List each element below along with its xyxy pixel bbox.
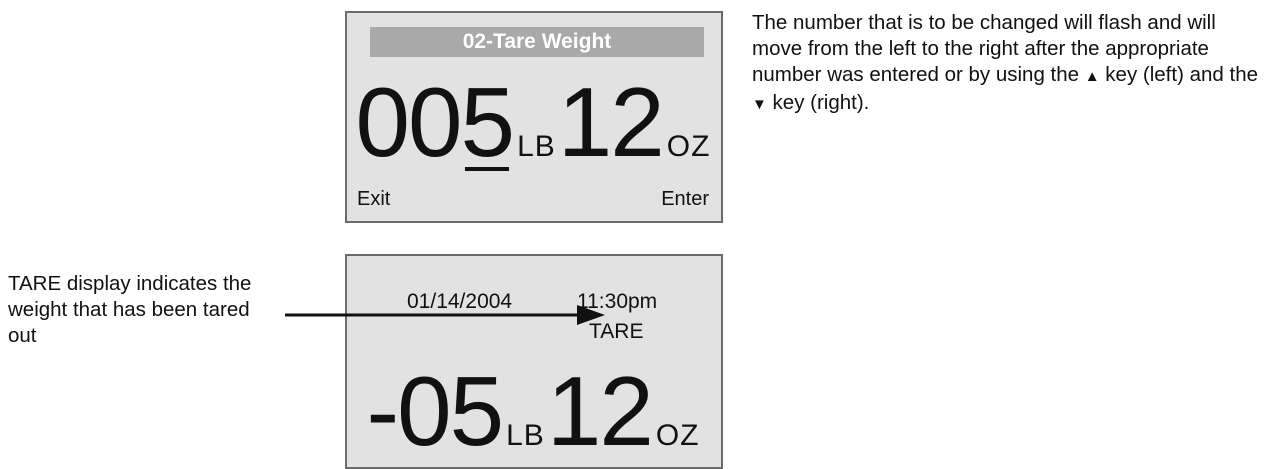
ounces-value: 12: [546, 356, 654, 466]
tare-display-screen: 01/14/2004 11:30pm TARE -05 LB12 OZ: [345, 254, 723, 469]
pounds-unit: LB: [506, 419, 545, 452]
pounds-value: -05: [366, 356, 504, 466]
active-digit-cursor: 5: [460, 67, 515, 177]
pounds-leading-digits: 00: [355, 67, 463, 177]
instruction-text-part3: key (right).: [766, 91, 870, 114]
tare-weight-entry-screen: 02-Tare Weight 005 LB12 OZ Exit Enter: [345, 11, 723, 223]
tare-weight-value: 005 LB12 OZ: [347, 73, 721, 171]
ounces-unit: OZ: [666, 130, 711, 163]
callout-arrow-icon: [285, 305, 605, 325]
ounces-unit: OZ: [655, 419, 700, 452]
exit-softkey[interactable]: Exit: [357, 188, 390, 211]
down-triangle-icon: ▼: [752, 96, 767, 113]
tare-weight-display: -05 LB12 OZ: [347, 362, 721, 460]
enter-softkey[interactable]: Enter: [661, 188, 709, 211]
up-triangle-icon: ▲: [1084, 68, 1100, 85]
tare-callout-text: TARE display indicates the weight that h…: [8, 272, 252, 347]
screen-title: 02-Tare Weight: [370, 27, 704, 57]
ounces-value: 12: [557, 67, 665, 177]
instruction-text-part2: key (left) and the: [1099, 63, 1258, 86]
instruction-paragraph: The number that is to be changed will fl…: [752, 10, 1262, 118]
pounds-unit: LB: [517, 130, 556, 163]
